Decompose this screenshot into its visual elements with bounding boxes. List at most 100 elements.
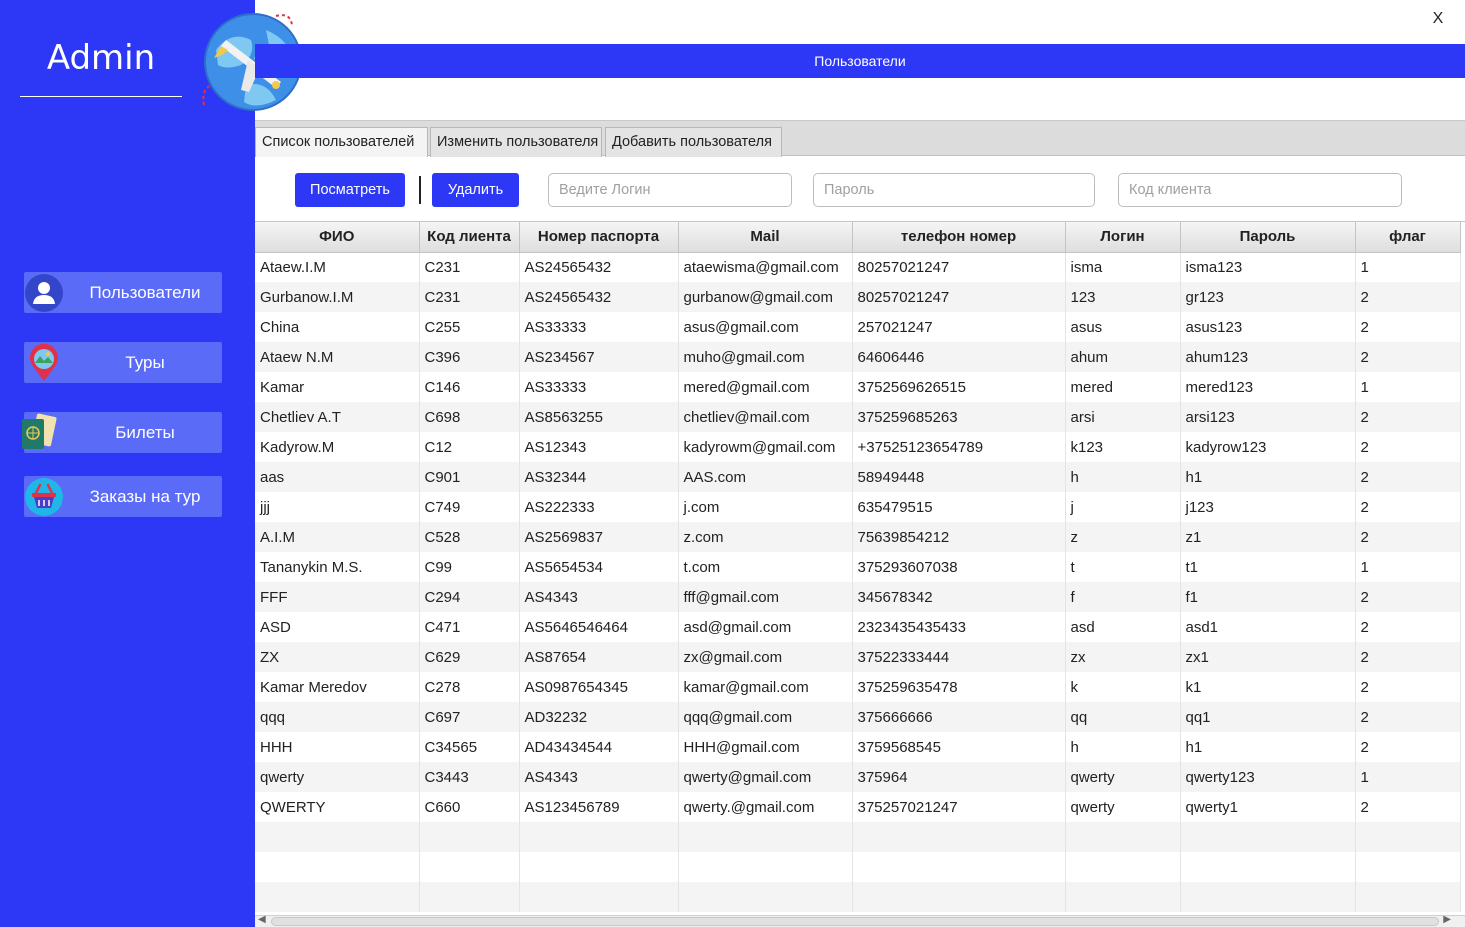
table-row[interactable]: Ataew N.M C396 AS234567 muho@gmail.com 64606… bbox=[255, 342, 1461, 372]
tab-edit-user[interactable]: Изменить пользователя bbox=[430, 127, 602, 157]
table-cell: AS33333 bbox=[519, 312, 679, 342]
table-cell: Chetliev A.T bbox=[255, 402, 420, 432]
table-cell: j.com bbox=[678, 492, 853, 522]
empty-table-row bbox=[255, 882, 1461, 912]
table-row[interactable]: Kadyrow.M C12 AS12343 kadyrowm@gmail.com +37… bbox=[255, 432, 1461, 462]
sidebar-item-users[interactable]: Пользователи bbox=[24, 272, 222, 313]
empty-cell bbox=[852, 882, 1066, 912]
table-row[interactable]: HHH C34565 AD43434544 HHH@gmail.com 37595685… bbox=[255, 732, 1461, 762]
table-cell: C231 bbox=[419, 252, 520, 282]
table-row[interactable]: Chetliev A.T C698 AS8563255 chetliev@mail.c… bbox=[255, 402, 1461, 432]
table-cell: h bbox=[1065, 732, 1181, 762]
table-cell: A.I.M bbox=[255, 522, 420, 552]
scrollbar-thumb[interactable] bbox=[271, 917, 1439, 926]
table-cell: t bbox=[1065, 552, 1181, 582]
table-row[interactable]: Kamar C146 AS33333 mered@gmail.com 375256962… bbox=[255, 372, 1461, 402]
table-cell: 2323435435433 bbox=[852, 612, 1066, 642]
sidebar-item-tours[interactable]: Туры bbox=[24, 342, 222, 383]
table-cell: C697 bbox=[419, 702, 520, 732]
column-header-flag[interactable]: флаг bbox=[1355, 222, 1461, 253]
table-cell: asus@gmail.com bbox=[678, 312, 853, 342]
table-row[interactable]: A.I.M C528 AS2569837 z.com 75639854212 z z1 2 bbox=[255, 522, 1461, 552]
table-cell: +37525123654789 bbox=[852, 432, 1066, 462]
sidebar-item-tour-orders[interactable]: Заказы на тур bbox=[24, 476, 222, 517]
table-cell: AS234567 bbox=[519, 342, 679, 372]
empty-cell bbox=[1355, 852, 1461, 882]
table-cell: Gurbanow.I.M bbox=[255, 282, 420, 312]
column-header-fio[interactable]: ФИО bbox=[255, 222, 420, 253]
table-row[interactable]: jjj C749 AS222333 j.com 635479515 j j123 2 bbox=[255, 492, 1461, 522]
table-cell: 2 bbox=[1355, 282, 1461, 312]
table-row[interactable]: ZX C629 AS87654 zx@gmail.com 37522333444 zx zx… bbox=[255, 642, 1461, 672]
table-cell: 2 bbox=[1355, 642, 1461, 672]
table-row[interactable]: Tananykin M.S. C99 AS5654534 t.com 375293607… bbox=[255, 552, 1461, 582]
table-cell: AS24565432 bbox=[519, 282, 679, 312]
table-row[interactable]: China C255 AS33333 asus@gmail.com 257021247 a… bbox=[255, 312, 1461, 342]
table-cell: 375964 bbox=[852, 762, 1066, 792]
table-cell: AS5646546464 bbox=[519, 612, 679, 642]
column-header-mail[interactable]: Mail bbox=[678, 222, 853, 253]
table-cell: AS33333 bbox=[519, 372, 679, 402]
scroll-left-icon[interactable]: ◀ bbox=[258, 914, 266, 925]
table-cell: ahum123 bbox=[1180, 342, 1356, 372]
client-code-input[interactable] bbox=[1118, 173, 1402, 207]
tab-user-list[interactable]: Список пользователей bbox=[255, 127, 428, 157]
table-cell: zx@gmail.com bbox=[678, 642, 853, 672]
empty-cell bbox=[678, 882, 853, 912]
table-cell: zx1 bbox=[1180, 642, 1356, 672]
table-cell: muho@gmail.com bbox=[678, 342, 853, 372]
scroll-right-icon[interactable]: ▶ bbox=[1443, 914, 1451, 925]
table-cell: ZX bbox=[255, 642, 420, 672]
table-cell: k bbox=[1065, 672, 1181, 702]
tab-add-user[interactable]: Добавить пользователя bbox=[605, 127, 782, 157]
table-cell: 2 bbox=[1355, 342, 1461, 372]
password-input[interactable] bbox=[813, 173, 1095, 207]
table-row[interactable]: QWERTY C660 AS123456789 qwerty.@gmail.com 37… bbox=[255, 792, 1461, 822]
empty-cell bbox=[1180, 882, 1356, 912]
empty-cell bbox=[1065, 852, 1181, 882]
table-cell: C901 bbox=[419, 462, 520, 492]
column-header-phone[interactable]: телефон номер bbox=[852, 222, 1066, 253]
horizontal-scrollbar[interactable]: ◀ ▶ bbox=[255, 914, 1465, 927]
map-pin-icon bbox=[24, 343, 64, 383]
table-cell: C146 bbox=[419, 372, 520, 402]
close-button[interactable]: X bbox=[1428, 9, 1448, 29]
table-row[interactable]: aas C901 AS32344 AAS.com 58949448 h h1 2 bbox=[255, 462, 1461, 492]
table-row[interactable]: Kamar Meredov C278 AS0987654345 kamar@gmail… bbox=[255, 672, 1461, 702]
table-cell: AD32232 bbox=[519, 702, 679, 732]
table-cell: Kamar bbox=[255, 372, 420, 402]
table-row[interactable]: qqq C697 AD32232 qqq@gmail.com 375666666 qq qq… bbox=[255, 702, 1461, 732]
column-header-passport[interactable]: Номер паспорта bbox=[519, 222, 679, 253]
table-cell: kamar@gmail.com bbox=[678, 672, 853, 702]
table-cell: asd1 bbox=[1180, 612, 1356, 642]
empty-cell bbox=[852, 852, 1066, 882]
table-cell: Ataew.I.M bbox=[255, 252, 420, 282]
table-cell: asd bbox=[1065, 612, 1181, 642]
sidebar-item-tickets[interactable]: Билеты bbox=[22, 412, 222, 453]
table-cell: 3752569626515 bbox=[852, 372, 1066, 402]
table-cell: 1 bbox=[1355, 372, 1461, 402]
table-cell: AS123456789 bbox=[519, 792, 679, 822]
page-title: Пользователи bbox=[814, 53, 906, 69]
sidebar-item-label: Туры bbox=[125, 353, 165, 372]
table-cell: 37522333444 bbox=[852, 642, 1066, 672]
table-cell: 2 bbox=[1355, 402, 1461, 432]
table-cell: qwerty bbox=[1065, 792, 1181, 822]
table-row[interactable]: qwerty C3443 AS4343 qwerty@gmail.com 375964 q… bbox=[255, 762, 1461, 792]
table-row[interactable]: Gurbanow.I.M C231 AS24565432 gurbanow@gmail… bbox=[255, 282, 1461, 312]
table-cell: AS4343 bbox=[519, 582, 679, 612]
table-cell: z.com bbox=[678, 522, 853, 552]
table-cell: QWERTY bbox=[255, 792, 420, 822]
table-row[interactable]: FFF C294 AS4343 fff@gmail.com 345678342 f f1 2 bbox=[255, 582, 1461, 612]
table-row[interactable]: Ataew.I.M C231 AS24565432 ataewisma@gmail.c… bbox=[255, 252, 1461, 282]
column-header-login[interactable]: Логин bbox=[1065, 222, 1181, 253]
login-input[interactable] bbox=[548, 173, 792, 207]
table-row[interactable]: ASD C471 AS5646546464 asd@gmail.com 23234354… bbox=[255, 612, 1461, 642]
column-header-password[interactable]: Пароль bbox=[1180, 222, 1356, 253]
delete-button[interactable]: Удалить bbox=[432, 173, 519, 207]
view-button[interactable]: Посматреть bbox=[295, 173, 405, 207]
column-header-client-code[interactable]: Код лиента bbox=[419, 222, 520, 253]
table-cell: t.com bbox=[678, 552, 853, 582]
table-cell: AS24565432 bbox=[519, 252, 679, 282]
table-cell: 2 bbox=[1355, 582, 1461, 612]
